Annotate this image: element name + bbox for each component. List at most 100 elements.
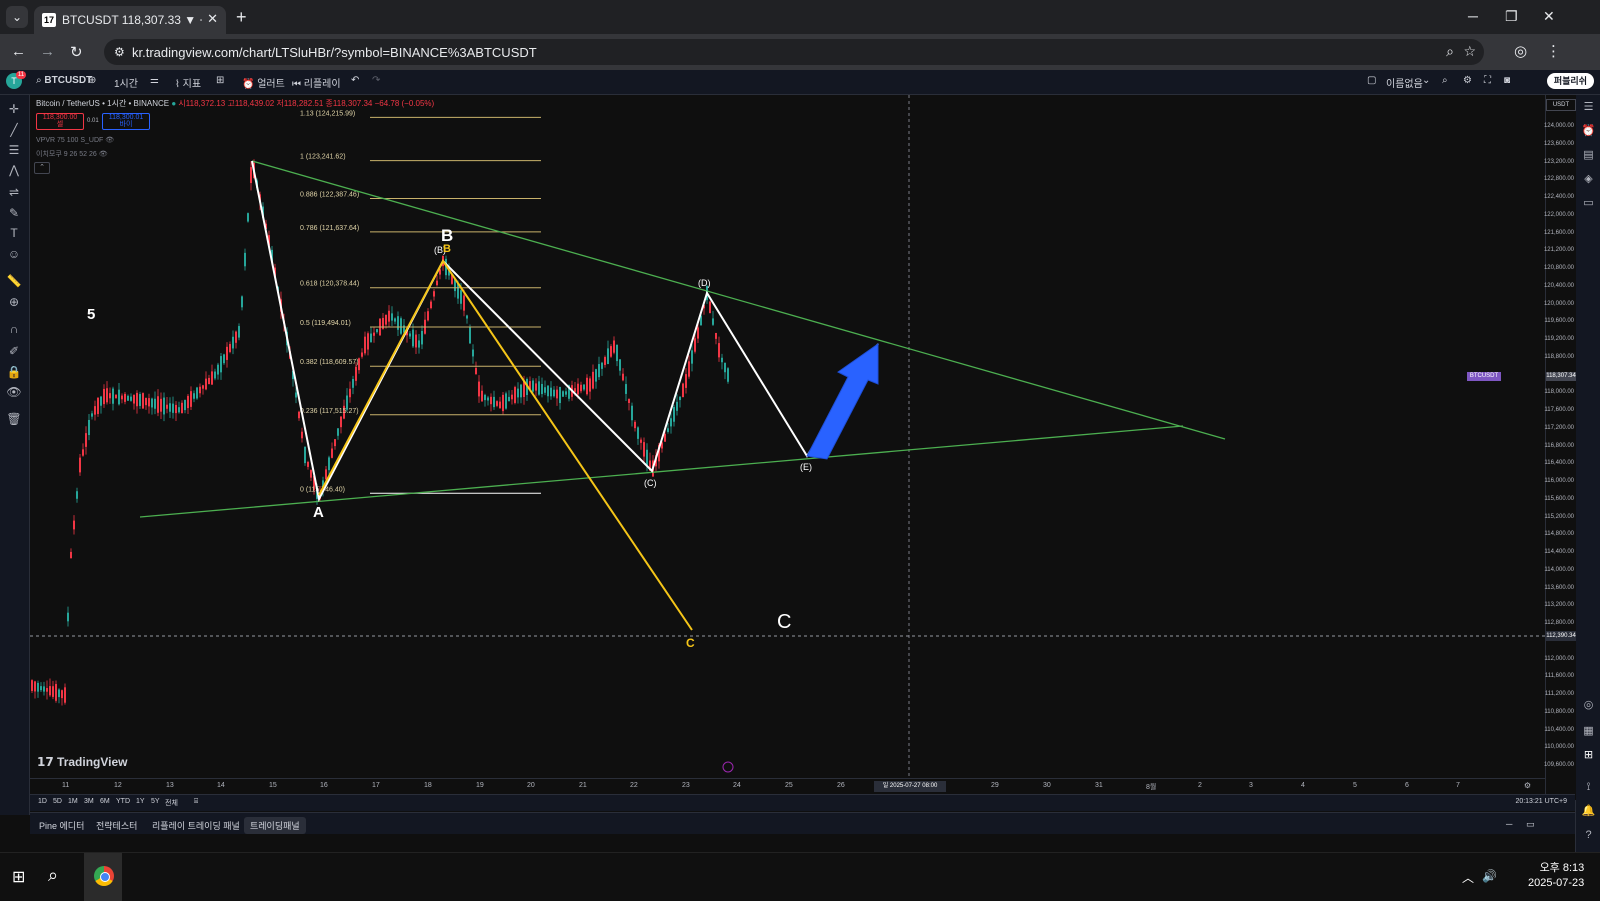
tray-chevron-icon[interactable]: ︿ [1462, 869, 1474, 886]
stream-icon[interactable]: ⟟ [1580, 779, 1597, 795]
range-3m[interactable]: 3M [84, 798, 94, 805]
chart-clock[interactable]: 20:13:21 UTC+9 [1515, 798, 1567, 805]
range-5y[interactable]: 5Y [151, 798, 160, 805]
notifications-bell-icon[interactable]: 🔔 [1580, 803, 1597, 819]
layers-icon[interactable]: ◈ [1580, 171, 1597, 187]
layout-icon[interactable]: ▢ [1367, 75, 1376, 86]
symbol-search-button[interactable]: ⌕ BTCUSDT [36, 75, 92, 86]
forward-button[interactable]: → [40, 43, 55, 60]
profile-icon[interactable]: ◎ [1514, 42, 1527, 60]
chart-pane[interactable]: 1.13 (124,215.99) 1 (123,241.62) 0.886 (12… [30, 95, 1545, 800]
range-1d[interactable]: 1D [38, 798, 47, 805]
eye-icon[interactable]: 👁 [99, 151, 108, 158]
calendar-icon[interactable]: ▦ [1580, 723, 1597, 739]
tab-pine-editor[interactable]: Pine 에디터 [33, 817, 90, 834]
eye-icon[interactable]: 👁 [105, 137, 114, 144]
alerts-button[interactable]: ⏰ 얼러트 [242, 75, 285, 90]
compare-symbol-icon[interactable]: ⊕ [88, 75, 96, 86]
help-icon[interactable]: ? [1580, 827, 1597, 843]
collapse-legend-chevron-icon[interactable]: ⌃ [34, 162, 50, 174]
fullscreen-icon[interactable]: ⛶ [1484, 75, 1491, 86]
interval-button[interactable]: 1시간 [114, 75, 138, 90]
indicators-button[interactable]: ⌇ 지표 [175, 75, 201, 90]
reload-button[interactable]: ↻ [70, 43, 83, 61]
candle-body [712, 318, 714, 325]
omnibox[interactable]: ⚙ kr.tradingview.com/chart/LTSluHBr/?sym… [104, 39, 1484, 65]
time-axis[interactable]: 11 12 13 14 15 16 17 18 19 20 21 22 23 24 25 26 29 30 31 8월… [30, 778, 1545, 795]
sell-button[interactable]: 118,300.00 셀 [36, 113, 84, 130]
browser-menu-icon[interactable]: ⋮ [1546, 42, 1561, 60]
volume-icon[interactable]: 🔊 [1482, 869, 1497, 883]
range-1m[interactable]: 1M [68, 798, 78, 805]
layout-name[interactable]: 이름없음 [1386, 75, 1423, 90]
layout-templates-icon[interactable]: ⊞ [216, 75, 224, 86]
magnet-icon[interactable]: ∩ [5, 321, 23, 337]
tab-trading-panel[interactable]: 트레이딩패널 [244, 817, 306, 834]
windows-start-icon[interactable]: ⊞ [12, 867, 25, 887]
lock-icon[interactable]: 🔒 [5, 364, 23, 380]
bookmark-star-icon[interactable]: ☆ [1463, 43, 1476, 60]
taskbar-search-icon[interactable]: ⌕ [48, 865, 58, 886]
minimize-panel-icon[interactable]: ─ [1500, 817, 1518, 831]
watchlist-icon[interactable]: ☰ [1580, 99, 1597, 115]
candle-style-icon[interactable]: ⚌ [150, 75, 159, 86]
chart-canvas[interactable]: 1.13 (124,215.99) 1 (123,241.62) 0.886 (12… [30, 95, 1545, 800]
quick-search-icon[interactable]: ⌕ [1442, 75, 1448, 86]
alerts-clock-icon[interactable]: ⏰ [1580, 123, 1597, 139]
apps-grid-icon[interactable]: ⊞ [1580, 747, 1597, 763]
snapshot-camera-icon[interactable]: ◙ [1504, 75, 1510, 86]
redo-icon[interactable]: ↷ [372, 75, 380, 86]
range-5d[interactable]: 5D [53, 798, 62, 805]
emoji-icon[interactable]: ☺ [5, 246, 23, 262]
zoom-in-icon[interactable]: ⊕ [5, 294, 23, 310]
price-axis[interactable]: 124,000.00 123,600.00 123,200.00 122,800.00… [1544, 95, 1576, 800]
goto-date-icon[interactable]: ⌸ [194, 798, 198, 806]
restore-window-button[interactable]: ❐ [1505, 8, 1518, 25]
publish-button[interactable]: 퍼블리쉬 [1546, 73, 1594, 89]
range-ytd[interactable]: YTD [116, 798, 130, 805]
indicator-ichimoku[interactable]: 이치모쿠 9 26 52 26 👁 [36, 149, 108, 159]
ruler-icon[interactable]: 📏 [5, 273, 23, 289]
forecast-icon[interactable]: ⇌ [5, 184, 23, 200]
pattern-icon[interactable]: ⋀ [5, 162, 23, 178]
news-icon[interactable]: ▤ [1580, 147, 1597, 163]
browser-tab[interactable]: 17 BTCUSDT 118,307.33 ▼ −1.37 ✕ [34, 6, 226, 34]
maximize-panel-icon[interactable]: ▭ [1520, 817, 1541, 832]
replay-button[interactable]: ⏮ 리플레이 [292, 75, 341, 90]
minimize-window-button[interactable]: ─ [1468, 8, 1478, 24]
stay-drawing-icon[interactable]: ✐ [5, 343, 23, 359]
indicator-vpvr[interactable]: VPVR 75 100 S_UDF 👁 [36, 136, 114, 144]
tab-replay-trading[interactable]: 리플레이 트레이딩 패널 [146, 817, 246, 834]
buy-button[interactable]: 118,300.01 바이 [102, 113, 150, 130]
range-6m[interactable]: 6M [100, 798, 110, 805]
new-tab-button[interactable]: + [236, 7, 247, 28]
zoom-icon[interactable]: ⌕ [1446, 43, 1454, 60]
wave-label-C-white: C [777, 611, 791, 633]
trash-icon[interactable]: 🗑 [5, 411, 23, 427]
currency-selector[interactable]: USDT [1546, 99, 1576, 111]
chat-icon[interactable]: ▭ [1580, 195, 1597, 211]
undo-icon[interactable]: ↶ [351, 75, 359, 86]
close-tab-icon[interactable]: ✕ [207, 11, 218, 27]
crosshair-icon[interactable]: ✛ [5, 101, 23, 117]
layout-menu-chevron-icon[interactable]: ⌄ [1422, 75, 1430, 86]
tab-strategy-tester[interactable]: 전략테스터 [90, 817, 143, 834]
url-text[interactable]: kr.tradingview.com/chart/LTSluHBr/?symbo… [132, 45, 537, 60]
settings-gear-icon[interactable]: ⚙ [1463, 75, 1472, 86]
symbol-title[interactable]: Bitcoin / TetherUS • 1시간 • BINANCE [36, 99, 169, 108]
back-button[interactable]: ← [11, 43, 26, 60]
range-1y[interactable]: 1Y [136, 798, 145, 805]
fib-retracement-icon[interactable]: ☰ [5, 142, 23, 158]
hide-drawings-icon[interactable]: 👁 [5, 384, 23, 400]
range-all[interactable]: 전체 [165, 798, 178, 808]
target-icon[interactable]: ◎ [1580, 697, 1597, 713]
tab-search-button[interactable]: ⌄ [6, 6, 28, 28]
brush-icon[interactable]: ✎ [5, 205, 23, 221]
close-window-button[interactable]: ✕ [1543, 8, 1555, 25]
chrome-taskbar-button[interactable] [84, 853, 122, 901]
text-tool-icon[interactable]: T [5, 225, 23, 241]
trend-line-icon[interactable]: ╱ [5, 122, 23, 138]
chart-settings-icon[interactable]: ⚙ [1524, 781, 1531, 790]
system-clock[interactable]: 오후 8:13 2025-07-23 [1528, 861, 1584, 891]
site-info-icon[interactable]: ⚙ [114, 45, 125, 59]
